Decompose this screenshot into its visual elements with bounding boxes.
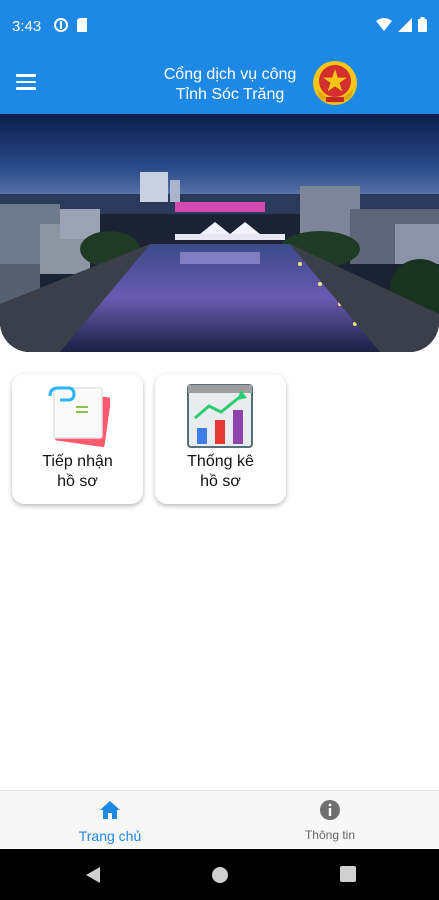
nav-item-home[interactable]: Trang chủ	[40, 799, 180, 844]
app-title-line1: Cổng dịch vụ công	[163, 66, 297, 83]
bottom-navigation: Trang chủ Thông tin	[0, 790, 439, 848]
app-bar: Cổng dịch vụ công Tỉnh Sóc Trăng	[0, 54, 439, 114]
home-icon	[100, 801, 120, 819]
bar-chart-icon	[187, 384, 253, 448]
hamburger-menu-icon[interactable]	[16, 70, 44, 98]
app-screen: 3:43 Cổng dịch vụ công Tỉnh Sóc Trăng Ti…	[0, 0, 439, 900]
tile-label-line2: hồ sơ	[200, 473, 241, 490]
documents-icon	[48, 386, 110, 447]
national-emblem-icon	[313, 61, 357, 105]
feature-tiles: Tiếp nhận hồ sơ Thống kê hồ sơ	[12, 374, 286, 504]
tile-tiep-nhan-ho-so[interactable]: Tiếp nhận hồ sơ	[12, 374, 143, 504]
recents-icon[interactable]	[339, 865, 357, 883]
back-icon[interactable]	[84, 865, 102, 885]
tile-label-line2: hồ sơ	[57, 473, 98, 490]
app-title: Cổng dịch vụ công Tỉnh Sóc Trăng	[140, 65, 320, 105]
banner-image	[0, 114, 439, 352]
home-button-icon[interactable]	[210, 865, 230, 885]
app-title-line2: Tỉnh Sóc Trăng	[175, 86, 285, 103]
status-bar: 3:43	[0, 0, 439, 54]
battery-icon	[418, 17, 427, 32]
system-navigation-bar	[0, 849, 439, 900]
cellular-signal-icon	[398, 17, 412, 32]
nav-item-info[interactable]: Thông tin	[260, 799, 400, 842]
tile-label: Tiếp nhận hồ sơ	[12, 452, 143, 492]
city-river-night-photo	[0, 114, 439, 352]
wifi-icon	[376, 17, 392, 31]
sd-card-icon	[77, 18, 87, 32]
info-icon	[320, 800, 340, 820]
tile-label: Thống kê hồ sơ	[155, 452, 286, 492]
tile-label-line1: Tiếp nhận	[42, 453, 113, 470]
data-saver-icon	[54, 18, 68, 32]
nav-label-home: Trang chủ	[78, 828, 142, 844]
status-time: 3:43	[12, 18, 42, 35]
nav-label-info: Thông tin	[304, 828, 356, 842]
tile-label-line1: Thống kê	[187, 453, 254, 470]
tile-thong-ke-ho-so[interactable]: Thống kê hồ sơ	[155, 374, 286, 504]
